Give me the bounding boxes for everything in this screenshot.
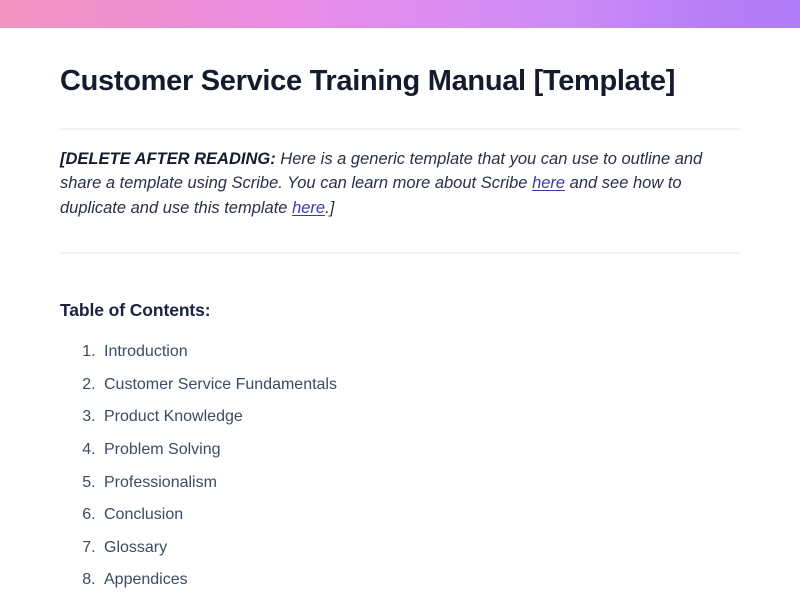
page-title: Customer Service Training Manual [Templa…: [60, 65, 676, 97]
list-item[interactable]: Appendices: [100, 572, 748, 588]
toc-item-label: Conclusion: [104, 506, 184, 524]
document-content: Customer Service Training Manual [Templa…: [0, 28, 800, 605]
list-item[interactable]: Introduction: [100, 344, 748, 360]
list-item[interactable]: Problem Solving: [100, 442, 748, 458]
toc-item-label: Glossary: [104, 538, 168, 556]
toc-item-label: Appendices: [104, 571, 188, 589]
toc-item-label: Product Knowledge: [104, 408, 243, 426]
list-item[interactable]: Professionalism: [100, 473, 748, 491]
note-segment-3: .]: [325, 198, 335, 217]
toc-item-label: Customer Service Fundamentals: [104, 375, 337, 393]
toc-item-label: Professionalism: [104, 473, 217, 491]
list-item[interactable]: Product Knowledge: [100, 409, 748, 425]
list-item[interactable]: Customer Service Fundamentals: [100, 375, 748, 393]
document-page: Customer Service Training Manual [Templa…: [0, 0, 800, 610]
gradient-banner: [0, 0, 800, 28]
list-item[interactable]: Glossary: [100, 538, 748, 556]
delete-after-reading-note: [DELETE AFTER READING: Here is a generic…: [60, 130, 730, 221]
note-bold-prefix: [DELETE AFTER READING:: [60, 149, 276, 168]
duplicate-template-link[interactable]: here: [292, 199, 325, 217]
scribe-learn-more-link[interactable]: here: [532, 174, 565, 192]
content-inner: Customer Service Training Manual [Templa…: [60, 28, 748, 588]
toc-item-label: Introduction: [104, 343, 188, 361]
toc-item-label: Problem Solving: [104, 441, 221, 459]
table-of-contents-list: Introduction Customer Service Fundamenta…: [60, 321, 748, 588]
list-item[interactable]: Conclusion: [100, 507, 748, 523]
table-of-contents-heading: Table of Contents:: [60, 300, 211, 321]
